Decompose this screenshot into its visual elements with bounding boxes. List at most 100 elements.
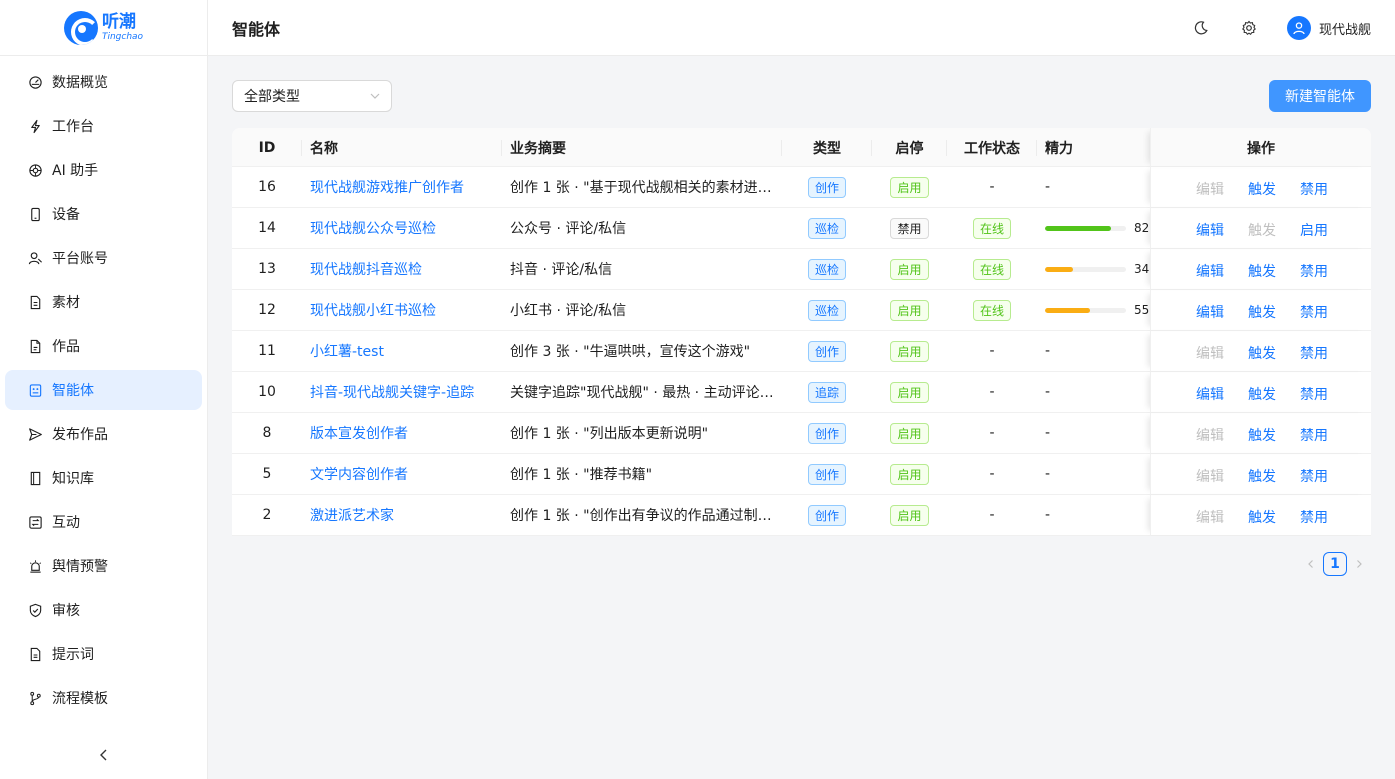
trigger-button[interactable]: 触发 [1248,384,1276,404]
gear-icon[interactable] [1239,18,1259,38]
sidebar-item-11[interactable]: 舆情预警 [5,546,202,586]
trigger-button[interactable]: 触发 [1248,466,1276,486]
type-filter-select[interactable]: 全部类型 [232,80,392,112]
toggle-enable-button[interactable]: 禁用 [1300,261,1328,281]
trigger-button[interactable]: 触发 [1248,425,1276,445]
agent-name-link[interactable]: 激进派艺术家 [310,505,394,525]
trigger-button[interactable]: 触发 [1248,343,1276,363]
user-avatar[interactable] [1286,16,1311,40]
sidebar-item-12[interactable]: 审核 [5,590,202,630]
agent-name-link[interactable]: 现代战舰游戏推广创作者 [310,177,464,197]
agent-name-link[interactable]: 现代战舰小红书巡检 [310,300,436,320]
energy-indicator: 82 [1045,221,1149,235]
cell-summary: 小红书 · 评论/私信 [510,303,627,319]
type-badge: 追踪 [807,381,846,403]
type-badge: 巡检 [807,299,846,321]
energy-value: - [1045,466,1051,482]
table-header: ID 名称 业务摘要 类型 启停 工作状态 精力 操作 [232,128,1371,167]
sidebar-item-13[interactable]: 提示词 [5,634,202,674]
toggle-enable-button[interactable]: 启用 [1300,220,1328,240]
toggle-enable-button[interactable]: 禁用 [1300,384,1328,404]
column-header-id: ID [232,128,302,167]
cell-summary: 创作 1 张 · "推荐书籍" [510,467,653,483]
sidebar-item-7[interactable]: 智能体 [5,370,202,410]
agent-name-link[interactable]: 现代战舰抖音巡检 [310,259,422,279]
agent-name-link[interactable]: 抖音-现代战舰关键字-追踪 [310,382,474,402]
logo-name-en: Tingchao [101,31,144,42]
sidebar-item-1[interactable]: 工作台 [5,106,202,146]
toggle-enable-button[interactable]: 禁用 [1300,466,1328,486]
moon-icon[interactable] [1191,18,1211,38]
sidebar-item-6[interactable]: 作品 [5,326,202,366]
work-status-badge: - [989,425,995,441]
trigger-button[interactable]: 触发 [1248,507,1276,527]
energy-bar-fill [1045,307,1090,313]
cell-summary: 创作 1 张 · "基于现代战舰相关的素材进… [510,180,772,196]
send-icon [27,426,43,442]
username[interactable]: 现代战舰 [1319,19,1371,38]
next-page-button[interactable] [1347,552,1371,576]
sidebar-item-0[interactable]: 数据概览 [5,62,202,102]
enabled-badge: 启用 [890,463,929,485]
chevron-left-icon [1308,560,1313,568]
enabled-badge: 禁用 [890,217,929,239]
toggle-enable-button[interactable]: 禁用 [1300,425,1328,445]
edit-button[interactable]: 编辑 [1196,466,1224,486]
sidebar-item-14[interactable]: 流程模板 [5,678,202,718]
edit-button[interactable]: 编辑 [1196,261,1224,281]
agent-name-link[interactable]: 文学内容创作者 [310,464,408,484]
prev-page-button[interactable] [1299,552,1323,576]
edit-button[interactable]: 编辑 [1196,507,1224,527]
sidebar-item-label: 素材 [52,295,80,311]
energy-bar [1045,307,1126,313]
sidebar-item-9[interactable]: 知识库 [5,458,202,498]
page-number[interactable]: 1 [1323,552,1347,576]
sidebar-item-8[interactable]: 发布作品 [5,414,202,454]
cell-summary: 创作 3 张 · "牛逼哄哄，宣传这个游戏" [510,344,751,360]
trigger-button[interactable]: 触发 [1248,179,1276,199]
table-row: 5 文学内容创作者 创作 1 张 · "推荐书籍" 创作 启用 - - 编辑 触发 禁用 [232,454,1371,495]
edit-button[interactable]: 编辑 [1196,302,1224,322]
trigger-button[interactable]: 触发 [1248,261,1276,281]
sidebar-item-10[interactable]: 互动 [5,502,202,542]
new-agent-button[interactable]: 新建智能体 [1269,80,1371,112]
prompt-icon [27,646,43,662]
header: 智能体 现代战舰 [208,0,1395,56]
toggle-enable-button[interactable]: 禁用 [1300,179,1328,199]
type-badge: 创作 [807,463,846,485]
agent-name-link[interactable]: 版本宣发创作者 [310,423,408,443]
edit-button[interactable]: 编辑 [1196,179,1224,199]
trigger-button[interactable]: 触发 [1248,220,1276,240]
trigger-button[interactable]: 触发 [1248,302,1276,322]
chevron-down-icon [370,93,380,99]
row-actions: 编辑 触发 启用 [1150,208,1371,248]
agent-name-link[interactable]: 小红薯-test [310,341,384,361]
type-badge: 巡检 [807,258,846,280]
enabled-badge: 启用 [890,258,929,280]
shield-check-icon [27,602,43,618]
edit-button[interactable]: 编辑 [1196,425,1224,445]
type-badge: 巡检 [807,217,846,239]
agent-name-link[interactable]: 现代战舰公众号巡检 [310,218,436,238]
sidebar-item-3[interactable]: 设备 [5,194,202,234]
energy-bar [1045,266,1126,272]
sidebar-item-label: 舆情预警 [52,559,108,575]
toggle-enable-button[interactable]: 禁用 [1300,507,1328,527]
energy-value: 34 [1134,262,1150,276]
edit-button[interactable]: 编辑 [1196,343,1224,363]
table-row: 13 现代战舰抖音巡检 抖音 · 评论/私信 巡检 启用 在线 34 编辑 触发 禁用 [232,249,1371,290]
sidebar-item-label: 审核 [52,603,80,619]
logo[interactable]: 听潮 Tingchao [0,0,207,56]
column-header-actions: 操作 [1150,128,1371,167]
toggle-enable-button[interactable]: 禁用 [1300,343,1328,363]
toggle-enable-button[interactable]: 禁用 [1300,302,1328,322]
sidebar-item-label: 流程模板 [52,691,108,707]
collapse-sidebar-button[interactable] [0,730,208,779]
row-actions: 编辑 触发 禁用 [1150,413,1371,453]
edit-button[interactable]: 编辑 [1196,220,1224,240]
sidebar-item-5[interactable]: 素材 [5,282,202,322]
sidebar-item-4[interactable]: 平台账号 [5,238,202,278]
sidebar-item-2[interactable]: AI 助手 [5,150,202,190]
edit-button[interactable]: 编辑 [1196,384,1224,404]
row-actions: 编辑 触发 禁用 [1150,372,1371,412]
